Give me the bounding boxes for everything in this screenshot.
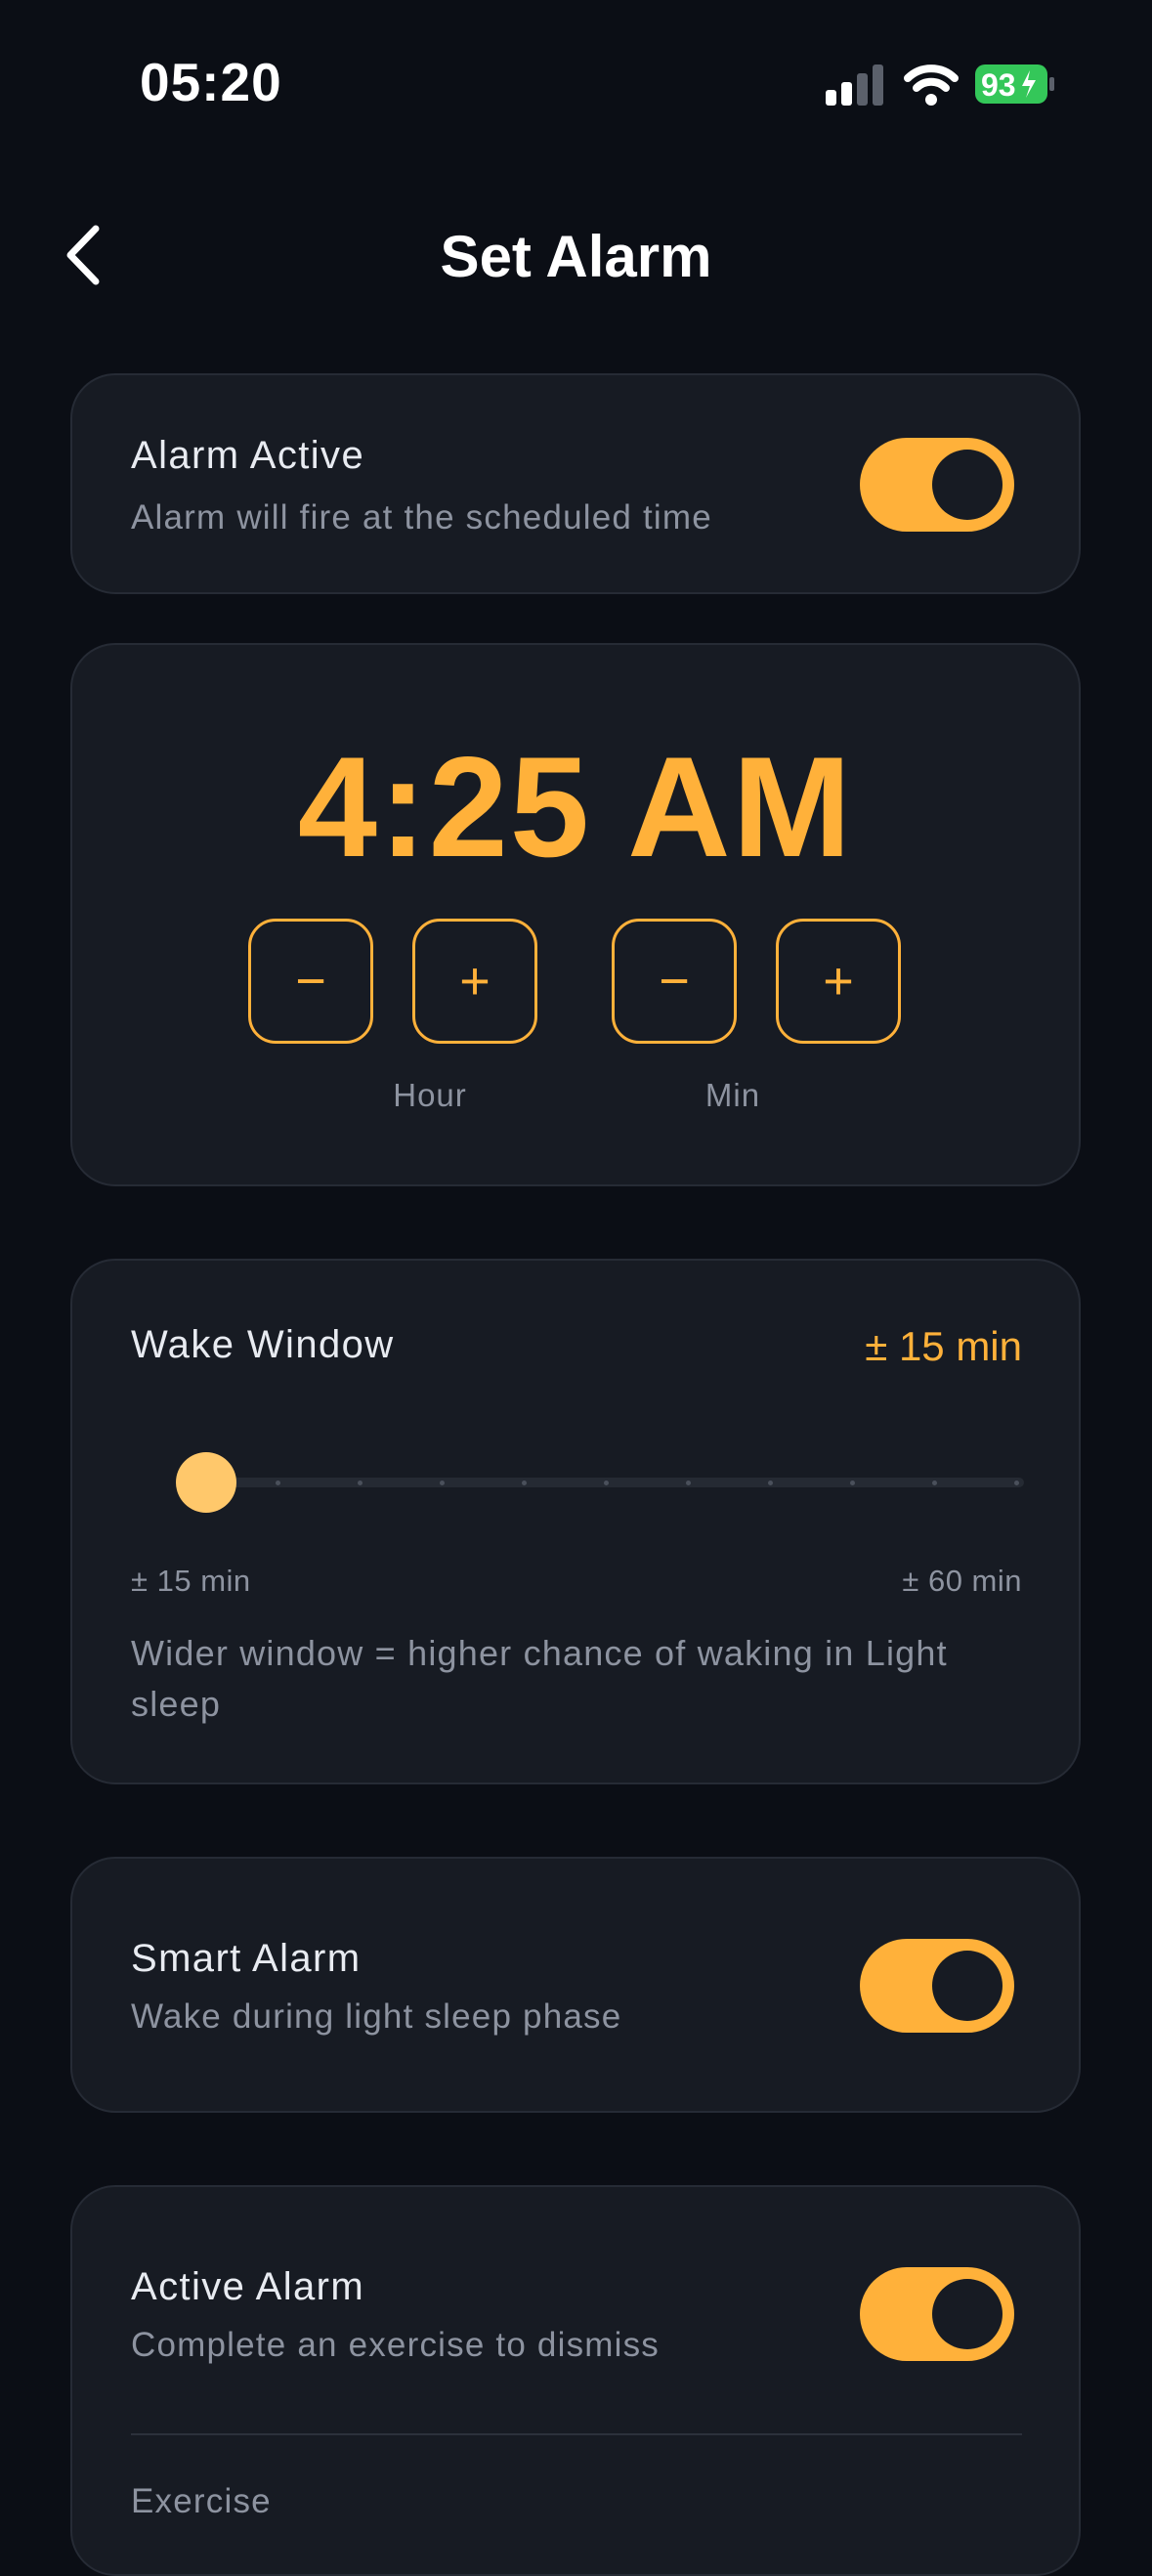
- alarm-active-toggle[interactable]: [860, 438, 1014, 532]
- toggle-knob: [932, 1951, 1003, 2021]
- slider-tick: [440, 1481, 445, 1485]
- wake-window-title: Wake Window: [131, 1323, 395, 1366]
- cellular-signal-icon: [826, 64, 883, 106]
- wake-window-slider-thumb[interactable]: [176, 1452, 236, 1513]
- slider-tick: [358, 1481, 363, 1485]
- wake-window-max-label: ± 60 min: [902, 1564, 1022, 1598]
- slider-tick: [276, 1481, 280, 1485]
- slider-tick: [1014, 1481, 1019, 1485]
- toggle-knob: [932, 2279, 1003, 2349]
- card-divider: [131, 2433, 1022, 2435]
- alarm-active-card: Alarm Active Alarm will fire at the sche…: [70, 373, 1081, 594]
- page-title: Set Alarm: [440, 224, 712, 289]
- wifi-icon: [904, 64, 959, 106]
- minute-label: Min: [704, 1077, 761, 1113]
- minute-decrement-button[interactable]: −: [612, 919, 737, 1044]
- toggle-knob: [932, 450, 1003, 520]
- hour-increment-button[interactable]: +: [412, 919, 537, 1044]
- alarm-time-display: 4:25 AM: [297, 727, 854, 886]
- active-alarm-subtitle: Complete an exercise to dismiss: [131, 2326, 661, 2364]
- active-alarm-card: Active Alarm Complete an exercise to dis…: [70, 2185, 1081, 2576]
- hour-label: Hour: [393, 1077, 467, 1113]
- hour-decrement-button[interactable]: −: [248, 919, 373, 1044]
- wake-window-card: Wake Window ± 15 min ± 15 min ± 60 min W…: [70, 1259, 1081, 1784]
- wake-window-slider-track[interactable]: [178, 1478, 1024, 1487]
- battery-percent: 93: [981, 67, 1016, 103]
- slider-tick: [768, 1481, 773, 1485]
- slider-tick: [686, 1481, 691, 1485]
- active-alarm-toggle[interactable]: [860, 2267, 1014, 2361]
- slider-tick: [604, 1481, 609, 1485]
- slider-tick: [522, 1481, 527, 1485]
- wake-window-min-label: ± 15 min: [131, 1564, 251, 1598]
- smart-alarm-title: Smart Alarm: [131, 1937, 362, 1980]
- smart-alarm-card: Smart Alarm Wake during light sleep phas…: [70, 1857, 1081, 2113]
- battery-icon: 93: [975, 64, 1055, 104]
- alarm-active-subtitle: Alarm will fire at the scheduled time: [131, 498, 712, 537]
- minute-increment-button[interactable]: +: [776, 919, 901, 1044]
- back-chevron-icon[interactable]: [59, 223, 107, 287]
- smart-alarm-subtitle: Wake during light sleep phase: [131, 1997, 622, 2036]
- alarm-time-card: 4:25 AM − + − + Hour Min: [70, 643, 1081, 1186]
- slider-tick: [932, 1481, 937, 1485]
- status-time: 05:20: [140, 52, 282, 112]
- wake-window-value: ± 15 min: [865, 1323, 1022, 1369]
- smart-alarm-toggle[interactable]: [860, 1939, 1014, 2033]
- wake-window-hint: Wider window = higher chance of waking i…: [131, 1633, 948, 1724]
- slider-tick: [850, 1481, 855, 1485]
- alarm-active-title: Alarm Active: [131, 434, 365, 477]
- exercise-label: Exercise: [131, 2482, 272, 2520]
- active-alarm-title: Active Alarm: [131, 2265, 365, 2308]
